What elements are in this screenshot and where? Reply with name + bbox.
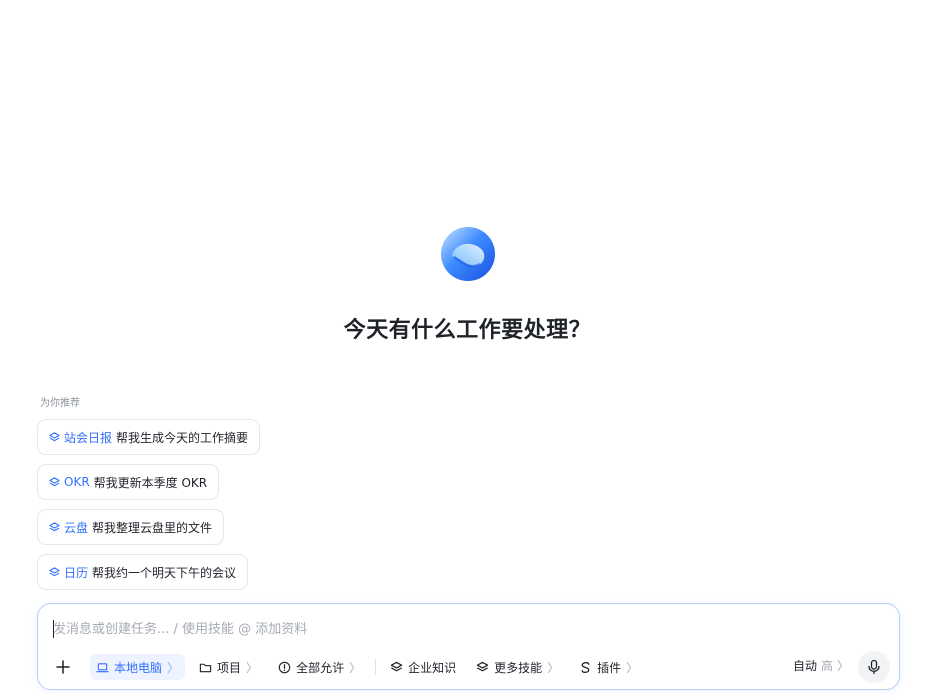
recommendation-tag: 日历 xyxy=(64,565,89,580)
permission-label: 全部允许 xyxy=(296,660,345,675)
plus-icon xyxy=(56,660,70,674)
add-attachment-button[interactable] xyxy=(50,654,76,680)
chevron-right-icon: 〉 xyxy=(626,660,639,675)
chevron-right-icon: 〉 xyxy=(836,659,849,673)
more-skills-label: 更多技能 xyxy=(494,660,543,675)
more-skills-button[interactable]: 更多技能 〉 xyxy=(470,654,565,680)
plugins-label: 插件 xyxy=(597,660,622,675)
recommendation-tag: 云盘 xyxy=(64,520,89,535)
mode-label: 自动 xyxy=(792,659,817,673)
skill-icon xyxy=(49,521,60,531)
recommendation-chip[interactable]: 日历 帮我约一个明天下午的会议 xyxy=(37,554,249,590)
chevron-right-icon: 〉 xyxy=(167,660,180,675)
recommendation-text: 帮我整理云盘里的文件 xyxy=(92,520,213,535)
page-title: 今天有什么工作要处理？ xyxy=(343,318,592,343)
plugins-button[interactable]: 插件 〉 xyxy=(573,654,644,680)
skill-icon xyxy=(49,476,60,486)
recommendation-chip[interactable]: 站会日报 帮我生成今天的工作摘要 xyxy=(37,419,261,455)
skill-icon xyxy=(49,431,60,441)
project-button[interactable]: 项目 〉 xyxy=(193,654,264,680)
assistant-home: 今天有什么工作要处理？ 为你推荐 站会日报 帮我生成今天的工作摘要 OKR 帮我… xyxy=(0,0,935,700)
layers-icon xyxy=(476,661,489,671)
message-input[interactable] xyxy=(53,618,873,640)
project-label: 项目 xyxy=(217,660,242,675)
enterprise-knowledge-label: 企业知识 xyxy=(408,660,457,675)
permission-button[interactable]: 全部允许 〉 xyxy=(272,654,367,680)
skill-icon xyxy=(49,566,60,576)
assistant-logo-icon xyxy=(440,226,496,282)
recommendation-tag: OKR xyxy=(64,475,90,489)
chevron-right-icon: 〉 xyxy=(547,660,560,675)
chevron-right-icon: 〉 xyxy=(246,660,259,675)
recommendations-title: 为你推荐 xyxy=(40,398,80,409)
local-computer-button[interactable]: 本地电脑 〉 xyxy=(90,654,186,680)
recommendation-chip[interactable]: 云盘 帮我整理云盘里的文件 xyxy=(37,509,225,545)
recommendation-chip[interactable]: OKR 帮我更新本季度 OKR xyxy=(37,464,220,500)
layers-icon xyxy=(390,661,403,671)
alert-circle-icon xyxy=(278,661,291,673)
toolbar-divider xyxy=(375,659,377,675)
laptop-icon xyxy=(96,662,109,672)
plugin-icon xyxy=(581,661,590,673)
mode-level: 高 xyxy=(820,659,833,673)
composer-toolbar: 本地电脑 〉 项目 〉 全部允许 〉 企业知识 更多技能 〉 插件 〉 xyxy=(50,653,644,681)
microphone-icon xyxy=(868,659,880,675)
recommendations-list: 站会日报 帮我生成今天的工作摘要 OKR 帮我更新本季度 OKR 云盘 帮我整理… xyxy=(37,419,261,599)
folder-icon xyxy=(199,663,212,672)
message-composer: 本地电脑 〉 项目 〉 全部允许 〉 企业知识 更多技能 〉 xyxy=(37,603,900,690)
recommendation-text: 帮我生成今天的工作摘要 xyxy=(116,430,249,445)
chevron-right-icon: 〉 xyxy=(349,660,362,675)
recommendation-tag: 站会日报 xyxy=(64,430,113,445)
enterprise-knowledge-button[interactable]: 企业知识 xyxy=(384,654,462,680)
recommendation-text: 帮我更新本季度 OKR xyxy=(93,475,208,490)
voice-input-button[interactable] xyxy=(858,651,890,683)
recommendation-text: 帮我约一个明天下午的会议 xyxy=(92,565,237,580)
local-computer-label: 本地电脑 xyxy=(114,660,163,675)
mode-selector[interactable]: 自动 高 〉 xyxy=(793,657,849,674)
